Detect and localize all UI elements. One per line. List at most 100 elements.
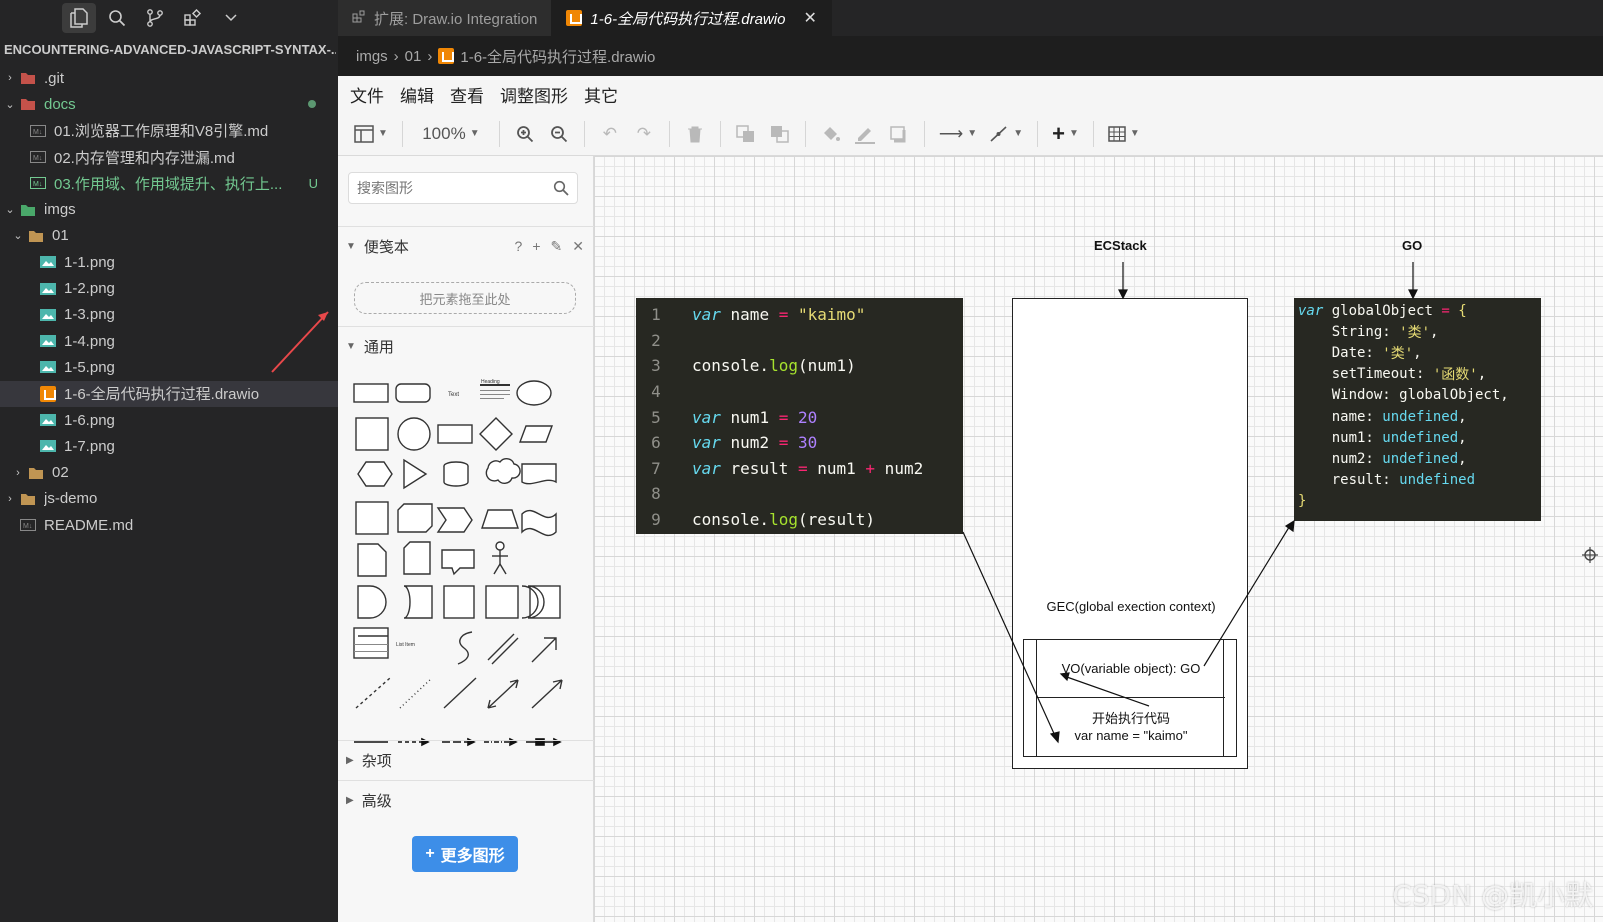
search-icon[interactable]: [553, 180, 569, 196]
tree-item-label: js-demo: [44, 490, 98, 508]
tree-item-png[interactable]: 1-5.png: [0, 354, 338, 380]
misc-header[interactable]: ▶ 杂项: [338, 740, 594, 780]
zoom-out-icon: [551, 125, 568, 142]
breadcrumb-item[interactable]: imgs: [356, 48, 388, 65]
breadcrumb-item[interactable]: 01: [405, 48, 422, 65]
tree-item-git[interactable]: › .git: [0, 65, 338, 91]
global-object-code[interactable]: var globalObject = { String: '类', Date: …: [1294, 298, 1541, 521]
more-shapes-button[interactable]: + 更多图形: [412, 836, 518, 872]
to-front-button[interactable]: [731, 119, 761, 149]
tree-item-drawio-selected[interactable]: 1-6-全局代码执行过程.drawio: [0, 380, 338, 407]
drawio-file-icon: [38, 385, 58, 402]
advanced-header[interactable]: ▶ 高级: [338, 780, 594, 820]
chevron-down-icon[interactable]: [214, 3, 248, 33]
tree-item-docs[interactable]: ⌄ docs: [0, 91, 338, 117]
help-icon[interactable]: ?: [515, 238, 523, 255]
files-icon[interactable]: [62, 3, 96, 33]
search-icon[interactable]: [100, 3, 134, 33]
connection-button[interactable]: ⟶ ▼: [935, 119, 981, 149]
scratchpad-dropzone[interactable]: 把元素拖至此处: [354, 282, 576, 314]
plus-icon[interactable]: +: [532, 238, 540, 255]
tree-item-label: 1-7.png: [64, 437, 115, 455]
tree-item-folder-01[interactable]: ⌄ 01: [0, 223, 338, 249]
source-code-block[interactable]: 1 var name = "kaimo" 2 3 console.log(num1) 4 5…: [636, 298, 963, 534]
tree-item-png[interactable]: 1-3.png: [0, 302, 338, 328]
menu-extras[interactable]: 其它: [584, 82, 618, 107]
menu-edit[interactable]: 编辑: [400, 82, 434, 107]
tree-item-png[interactable]: 1-6.png: [0, 407, 338, 433]
svg-text:M↓: M↓: [33, 155, 42, 162]
code-text: var num2 = 30: [692, 433, 818, 453]
close-icon[interactable]: ✕: [803, 8, 816, 28]
tree-item-js-demo[interactable]: › js-demo: [0, 486, 338, 512]
file-tree: › .git ⌄ docs M↓ 01.浏览器工作原理和V8引擎.md M↓ 0…: [0, 65, 338, 538]
general-shapes-palette[interactable]: Text Heading List Item: [348, 378, 584, 718]
line-color-button[interactable]: [850, 119, 880, 149]
table-button[interactable]: ▼: [1104, 119, 1144, 149]
general-header[interactable]: ▼ 通用: [338, 326, 594, 366]
view-panels-button[interactable]: ▼: [350, 119, 392, 149]
to-back-button[interactable]: [765, 119, 795, 149]
waypoint-icon: [990, 125, 1007, 142]
fill-color-button[interactable]: [816, 119, 846, 149]
exec-line-1: 开始执行代码: [1091, 711, 1170, 726]
tree-item-png[interactable]: 1-4.png: [0, 328, 338, 354]
trash-icon: [687, 126, 702, 142]
shadow-button[interactable]: [884, 119, 914, 149]
svg-text:M↓: M↓: [33, 181, 42, 188]
tree-item-label: README.md: [44, 516, 134, 534]
zoom-select[interactable]: 100% ▼: [413, 119, 489, 149]
tree-item-label: 1-6-全局代码执行过程.drawio: [64, 386, 260, 404]
tree-item-png[interactable]: 1-2.png: [0, 275, 338, 301]
tree-item-imgs[interactable]: ⌄ imgs: [0, 196, 338, 222]
exec-row[interactable]: 开始执行代码 var name = "kaimo": [1037, 698, 1225, 756]
go-code-line: result: undefined: [1298, 472, 1476, 489]
crosshair-icon[interactable]: [1581, 546, 1599, 564]
close-icon[interactable]: ✕: [572, 238, 584, 255]
table-icon: [1108, 125, 1126, 142]
scratchpad-label: 便笺本: [363, 239, 409, 256]
tab-drawio-file[interactable]: 1-6-全局代码执行过程.drawio ✕: [552, 0, 832, 36]
toolbar-divider: [1037, 120, 1039, 147]
go-label: GO: [1402, 238, 1423, 253]
tree-item-png[interactable]: 1-7.png: [0, 433, 338, 459]
edit-icon[interactable]: ✎: [551, 238, 563, 255]
gec-box[interactable]: VO(variable object): GO 开始执行代码 var name …: [1023, 639, 1237, 757]
waypoints-button[interactable]: ▼: [985, 119, 1027, 149]
menu-arrange[interactable]: 调整图形: [500, 82, 568, 107]
undo-button[interactable]: ↶: [595, 119, 625, 149]
zoom-out-button[interactable]: [544, 119, 574, 149]
tree-item-folder-02[interactable]: › 02: [0, 459, 338, 485]
code-text: var num1 = 20: [692, 407, 818, 427]
tree-item-md-03[interactable]: M↓ 03.作用域、作用域提升、执行上... U: [0, 170, 338, 196]
redo-button[interactable]: ↷: [629, 119, 659, 149]
tree-item-png[interactable]: 1-1.png: [0, 249, 338, 275]
toolbar-divider: [668, 120, 670, 147]
go-code-line: String: '类',: [1298, 323, 1439, 341]
breadcrumb-item[interactable]: 1-6-全局代码执行过程.drawio: [460, 46, 655, 67]
extensions-icon[interactable]: [176, 3, 210, 33]
line-number: 3: [651, 356, 661, 376]
tab-extension[interactable]: 扩展: Draw.io Integration: [338, 0, 553, 36]
tree-item-readme[interactable]: M↓ README.md: [0, 512, 338, 538]
markdown-file-icon: M↓: [28, 149, 48, 165]
tree-item-md-01[interactable]: M↓ 01.浏览器工作原理和V8引擎.md: [0, 118, 338, 144]
ecstack-box[interactable]: GEC(global exection context) VO(variable…: [1012, 298, 1248, 769]
untracked-badge: U: [308, 175, 318, 191]
scratchpad-header[interactable]: ▼ 便笺本 ? + ✎ ✕: [338, 226, 594, 266]
diagram-canvas[interactable]: 1 var name = "kaimo" 2 3 console.log(num1) 4 5…: [594, 156, 1603, 922]
tree-item-md-02[interactable]: M↓ 02.内存管理和内存泄漏.md: [0, 144, 338, 170]
watermark: CSDN @凯小默: [1392, 879, 1593, 912]
delete-button[interactable]: [680, 119, 710, 149]
vo-row[interactable]: VO(variable object): GO: [1037, 640, 1225, 698]
insert-button[interactable]: + ▼: [1048, 119, 1083, 149]
triangle-right-icon: ▶: [346, 795, 354, 806]
source-control-icon[interactable]: [138, 3, 172, 33]
search-input[interactable]: [357, 180, 547, 196]
code-line: 3 console.log(num1): [636, 353, 963, 379]
menu-file[interactable]: 文件: [350, 82, 384, 107]
chevron-right-icon: ›: [16, 466, 20, 479]
git-folder-icon: [18, 70, 38, 86]
zoom-in-button[interactable]: [510, 119, 540, 149]
menu-view[interactable]: 查看: [450, 82, 484, 107]
